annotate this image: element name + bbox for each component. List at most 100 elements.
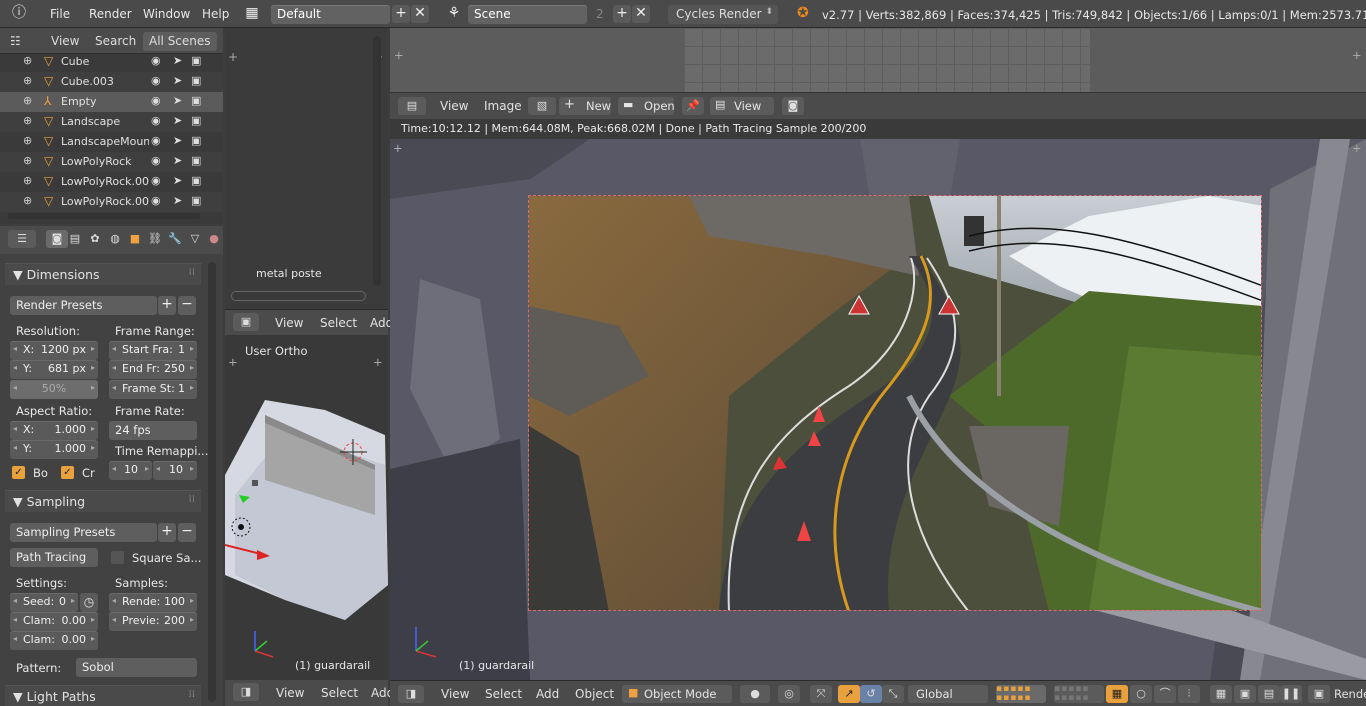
outliner-tab-all-scenes[interactable]: All Scenes	[143, 32, 217, 51]
outliner-tab-search[interactable]: Search	[95, 34, 136, 48]
aspect-y-field[interactable]: Y: 1.000	[10, 440, 98, 459]
animated-seed-clock-icon[interactable]: ◷	[80, 593, 98, 612]
expand-icon[interactable]: ⊕	[23, 134, 32, 147]
outliner-row[interactable]: ⊕ ▽ LowPolyRock ◉ ➤ ▣	[0, 152, 223, 172]
screen-layout-icon[interactable]: ▦	[243, 5, 261, 23]
region-plus-icon[interactable]: +	[373, 355, 383, 369]
menu-render[interactable]: Render	[89, 7, 132, 21]
properties-editor-icon[interactable]: ☰	[8, 230, 36, 248]
snap-element-icon[interactable]: ⫶	[1178, 685, 1200, 703]
frame-step-field[interactable]: Frame St:1	[109, 380, 197, 399]
sampling-panel-header[interactable]: ▼ Sampling	[5, 490, 201, 512]
visibility-eye-icon[interactable]: ◉	[151, 174, 161, 187]
remove-render-preset-button[interactable]: −	[178, 296, 196, 315]
bottom-menu-view[interactable]: View	[441, 687, 469, 701]
outliner-item-name[interactable]: LowPolyRock	[61, 155, 149, 168]
outliner-row[interactable]: ⊕ ▽ Cube ◉ ➤ ▣	[0, 52, 223, 72]
render-tab-icon[interactable]: ◙	[46, 230, 68, 248]
render-label[interactable]: Render	[1334, 687, 1366, 701]
resolution-percentage-slider[interactable]: 50%	[10, 380, 98, 399]
scene-tab-icon[interactable]: ✿	[86, 230, 104, 248]
outliner-item-name[interactable]: LandscapeMounta	[61, 135, 149, 148]
layers-grid-2[interactable]: ▪▪▪▪▪ ▪▪▪▪▪	[1054, 685, 1104, 703]
region-plus-icon[interactable]: +	[1352, 48, 1362, 62]
editor-type-icon[interactable]: ▣	[233, 313, 259, 331]
outliner-row[interactable]: ⊕ ⅄ Empty ◉ ➤ ▣	[0, 92, 223, 112]
outliner-item-name[interactable]: Landscape	[61, 115, 149, 128]
constraints-tab-icon[interactable]: ⛓	[146, 230, 164, 248]
menu-window[interactable]: Window	[143, 7, 190, 21]
editor-type-icon[interactable]: ◨	[233, 683, 259, 701]
transform-orientation-select[interactable]: Global	[908, 685, 988, 703]
layers-grid-1[interactable]: ▪▪▪▪▪ ▪▪▪▪▪	[996, 685, 1046, 703]
visibility-eye-icon[interactable]: ◉	[151, 94, 161, 107]
display-channels-icon[interactable]: ◙	[782, 97, 804, 115]
render-engine-select[interactable]: Cycles Render	[668, 5, 778, 24]
region-plus-icon[interactable]: +	[393, 141, 403, 155]
delete-layout-button[interactable]: ✕	[411, 5, 429, 23]
clamp-indirect-field[interactable]: Clam: 0.00	[10, 631, 98, 650]
pin-image-icon[interactable]: 📌	[682, 97, 704, 115]
user-ortho-viewport[interactable]: User Ortho + + (1) guardarail	[225, 335, 388, 680]
opengl-render-icon[interactable]: ▦	[1210, 685, 1232, 703]
image-mode-select[interactable]: ▤ View	[710, 97, 774, 115]
viewport-shading-icon[interactable]: ●	[740, 685, 770, 703]
aspect-x-field[interactable]: X: 1.000	[10, 421, 98, 440]
selectable-cursor-icon[interactable]: ➤	[173, 94, 182, 107]
selectable-cursor-icon[interactable]: ➤	[173, 194, 182, 207]
pattern-select[interactable]: Sobol	[76, 658, 197, 677]
renderable-camera-icon[interactable]: ▣	[191, 174, 201, 187]
image-menu-view[interactable]: View	[440, 99, 468, 113]
outliner-row[interactable]: ⊕ ▽ LowPolyRock.00 ◉ ➤ ▣	[0, 172, 223, 192]
renderable-camera-icon[interactable]: ▣	[191, 134, 201, 147]
visibility-eye-icon[interactable]: ◉	[151, 114, 161, 127]
renderable-camera-icon[interactable]: ▣	[191, 114, 201, 127]
remove-sampling-preset-button[interactable]: −	[178, 523, 196, 542]
seed-field[interactable]: Seed: 0	[10, 593, 78, 612]
region-plus-icon[interactable]: +	[1352, 141, 1362, 155]
selectable-cursor-icon[interactable]: ➤	[173, 114, 182, 127]
expand-icon[interactable]: ⊕	[23, 114, 32, 127]
expand-icon[interactable]: ⊕	[23, 74, 32, 87]
3d-view-editor-icon[interactable]: ◨	[398, 685, 424, 703]
frame-end-field[interactable]: End Fr: 250	[109, 360, 197, 379]
visibility-eye-icon[interactable]: ◉	[151, 74, 161, 87]
render-samples-field[interactable]: Rende:100	[109, 593, 197, 612]
clapperboard-icon[interactable]: ▤	[1258, 685, 1280, 703]
dimensions-panel-header[interactable]: ▼ Dimensions	[5, 263, 201, 285]
outliner-tab-view[interactable]: View	[51, 34, 79, 48]
renderable-camera-icon[interactable]: ▣	[191, 54, 201, 67]
outliner-row[interactable]: ⊕ ▽ LowPolyRock.00 ◉ ➤ ▣	[0, 192, 223, 212]
bottom-menu-add[interactable]: Add	[536, 687, 559, 701]
delete-scene-button[interactable]: ✕	[632, 5, 650, 23]
frame-start-field[interactable]: Start Fra: 1	[109, 341, 197, 360]
region-plus-icon[interactable]: +	[394, 48, 404, 62]
add-layout-button[interactable]: +	[392, 5, 410, 23]
clamp-direct-field[interactable]: Clam: 0.00	[10, 612, 98, 631]
pivot-point-icon[interactable]: ◎	[778, 685, 800, 703]
scene-icon[interactable]: ⚘	[443, 5, 465, 23]
bottom-menu-select[interactable]: Select	[485, 687, 522, 701]
expand-icon[interactable]: ⊕	[23, 194, 32, 207]
node-horizontal-scrollbar[interactable]	[231, 291, 366, 301]
world-tab-icon[interactable]: ◍	[106, 230, 124, 248]
rotate-icon[interactable]: ↺	[860, 685, 882, 703]
visibility-eye-icon[interactable]: ◉	[151, 154, 161, 167]
node-scrollbar[interactable]	[373, 36, 381, 286]
outliner-scrollbar[interactable]	[8, 213, 200, 219]
scale-icon[interactable]: ⤡	[882, 685, 904, 703]
selectable-cursor-icon[interactable]: ➤	[173, 74, 182, 87]
remap-new-field[interactable]: 10	[153, 461, 197, 480]
selectable-cursor-icon[interactable]: ➤	[173, 174, 182, 187]
new-image-button[interactable]: + New	[559, 97, 611, 115]
snap-icon[interactable]: ⌒	[1154, 685, 1176, 703]
expand-icon[interactable]: ⊕	[23, 174, 32, 187]
expand-icon[interactable]: ⊕	[23, 154, 32, 167]
visibility-eye-icon[interactable]: ◉	[151, 134, 161, 147]
outliner-item-name[interactable]: LowPolyRock.00	[61, 175, 149, 188]
expand-icon[interactable]: ⊕	[23, 54, 32, 67]
translate-icon[interactable]: ↗	[838, 685, 860, 703]
image-editor-type-icon[interactable]: ▤	[398, 97, 426, 115]
selectable-cursor-icon[interactable]: ➤	[173, 54, 182, 67]
selectable-cursor-icon[interactable]: ➤	[173, 154, 182, 167]
